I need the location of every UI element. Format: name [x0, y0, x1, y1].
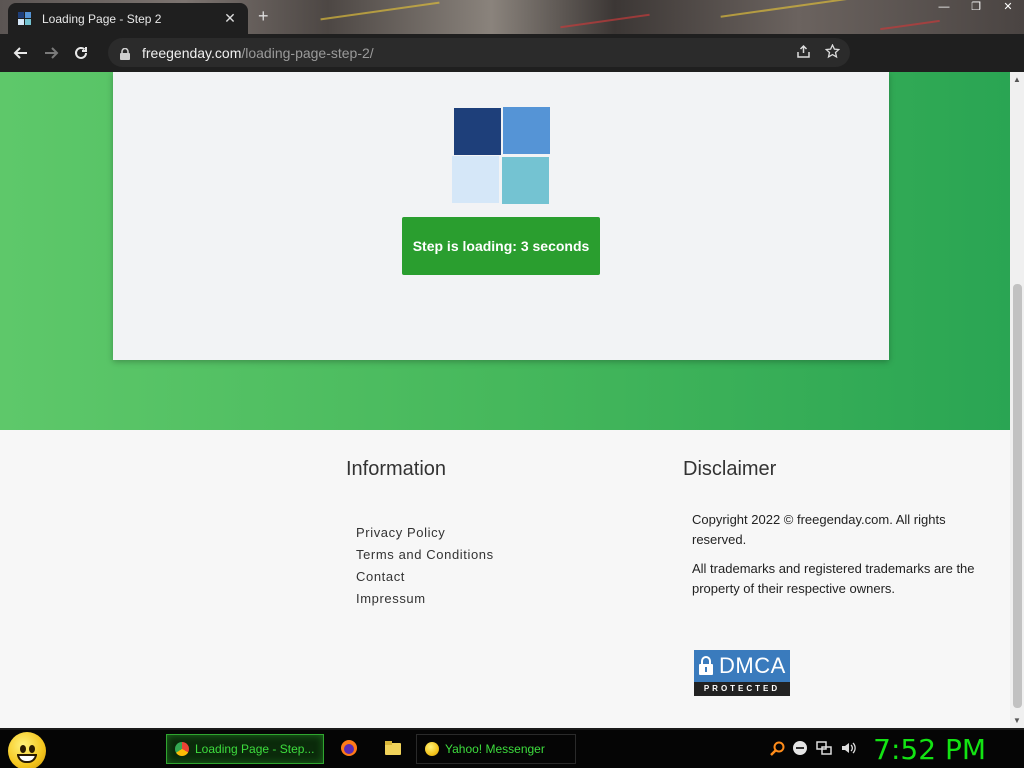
- system-tray: [768, 740, 856, 758]
- volume-icon[interactable]: [840, 740, 856, 756]
- contact-link[interactable]: Contact: [356, 566, 494, 588]
- wallpaper-streak: [720, 0, 860, 18]
- web-page: Step is loading: 3 seconds Information P…: [0, 72, 1010, 728]
- information-heading: Information: [346, 458, 447, 480]
- tab-title: Loading Page - Step 2: [42, 11, 162, 26]
- url-host: freegenday.com: [142, 44, 242, 61]
- loading-card: Step is loading: 3 seconds: [113, 72, 889, 360]
- taskbar-item-yahoo-messenger[interactable]: Yahoo! Messenger: [416, 734, 576, 764]
- share-icon[interactable]: [796, 44, 811, 59]
- site-favicon-icon: [18, 11, 32, 26]
- vertical-scrollbar[interactable]: ▲ ▼: [1010, 72, 1024, 728]
- chrome-icon: [175, 742, 189, 756]
- trademark-text: All trademarks and registered trademarks…: [692, 561, 975, 596]
- reload-icon: [75, 46, 87, 59]
- new-tab-button[interactable]: +: [258, 6, 269, 27]
- taskbar-item-label: Yahoo! Messenger: [445, 742, 545, 756]
- firefox-icon[interactable]: [340, 739, 358, 757]
- bookmark-star-icon[interactable]: [825, 44, 840, 59]
- loading-status-button[interactable]: Step is loading: 3 seconds: [402, 217, 600, 275]
- terms-link[interactable]: Terms and Conditions: [356, 544, 494, 566]
- hero-section: Step is loading: 3 seconds: [0, 72, 1010, 430]
- arrow-left-icon: [13, 47, 27, 59]
- dmca-protected-label: PROTECTED: [694, 682, 790, 696]
- logo-square: [452, 156, 499, 203]
- file-manager-icon[interactable]: [384, 739, 402, 757]
- reload-button[interactable]: [66, 38, 96, 68]
- logo-square: [502, 157, 549, 204]
- page-footer: Information Privacy Policy Terms and Con…: [0, 430, 1010, 728]
- copyright-text: Copyright 2022 © freegenday.com. All rig…: [692, 512, 946, 547]
- minimize-button[interactable]: —: [928, 0, 960, 16]
- messenger-tray-icon[interactable]: [792, 740, 808, 756]
- privacy-policy-link[interactable]: Privacy Policy: [356, 522, 494, 544]
- start-button-smiley-icon[interactable]: [8, 732, 46, 768]
- scrollbar-thumb[interactable]: [1013, 284, 1022, 708]
- back-button[interactable]: [6, 38, 36, 68]
- forward-button[interactable]: [36, 38, 66, 68]
- window-controls: — ❐ ✕: [928, 0, 1024, 16]
- taskbar: Loading Page - Step... Yahoo! Messenger …: [0, 728, 1024, 768]
- scroll-down-icon[interactable]: ▼: [1013, 716, 1021, 725]
- dmca-lock-icon: [698, 656, 714, 676]
- impressum-link[interactable]: Impressum: [356, 588, 494, 610]
- browser-title-bar: Loading Page - Step 2 ✕ + — ❐ ✕: [0, 0, 1024, 34]
- wallpaper-streak: [320, 1, 440, 21]
- browser-toolbar: freegenday.com /loading-page-step-2/: [0, 34, 1024, 97]
- address-bar[interactable]: freegenday.com /loading-page-step-2/: [108, 38, 850, 67]
- close-window-button[interactable]: ✕: [992, 0, 1024, 16]
- dmca-badge[interactable]: DMCA PROTECTED: [694, 650, 790, 696]
- yahoo-messenger-icon: [425, 742, 439, 756]
- taskbar-clock[interactable]: 7:52 PM: [873, 733, 986, 766]
- arrow-right-icon: [45, 47, 59, 59]
- logo-square: [503, 107, 550, 154]
- footer-links: Privacy Policy Terms and Conditions Cont…: [356, 522, 494, 610]
- site-logo-icon: [452, 107, 552, 207]
- network-icon[interactable]: [816, 740, 832, 756]
- maximize-button[interactable]: ❐: [960, 0, 992, 16]
- wallpaper-streak: [560, 13, 650, 29]
- url-path: /loading-page-step-2/: [241, 44, 374, 61]
- search-icon[interactable]: [768, 740, 786, 758]
- dmca-word: DMCA: [719, 653, 786, 678]
- taskbar-item-chrome[interactable]: Loading Page - Step...: [166, 734, 324, 764]
- browser-tab[interactable]: Loading Page - Step 2 ✕: [8, 3, 248, 34]
- disclaimer-heading: Disclaimer: [683, 458, 777, 480]
- taskbar-item-label: Loading Page - Step...: [195, 742, 315, 756]
- lock-icon: [120, 47, 130, 60]
- scroll-up-icon[interactable]: ▲: [1013, 75, 1021, 84]
- tab-close-icon[interactable]: ✕: [222, 10, 238, 27]
- logo-square: [454, 108, 501, 155]
- wallpaper-streak: [880, 19, 940, 31]
